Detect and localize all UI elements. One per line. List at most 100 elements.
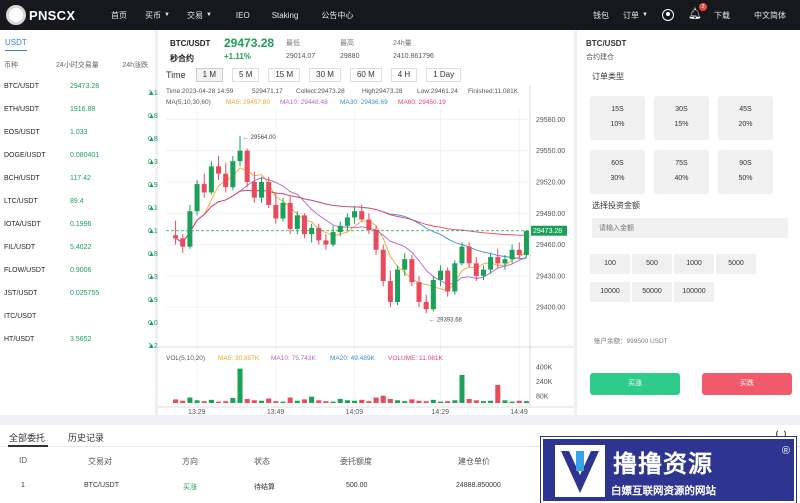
market-row[interactable]: FLOW/USDT0.9006▲ 0.38% — [0, 260, 168, 282]
account-balance: 账户余额：999500 USDT — [594, 338, 668, 345]
candle-body — [416, 282, 422, 302]
trade-pair-title: BTC/USDT — [586, 39, 627, 48]
nav-ieo[interactable]: IEO — [236, 11, 250, 20]
market-row[interactable]: ITC/USDT▲ 0.00% — [0, 306, 168, 328]
order-type-option[interactable]: 45S 20% — [718, 96, 773, 140]
market-row[interactable]: DOGE/USDT0.080401▲ 0.31% — [0, 145, 168, 167]
tab-history[interactable]: 历史记录 — [68, 431, 104, 444]
market-list-panel: USDT 币种 24小时交易量 24h涨跌 BTC/USDT 29473.28 ▲ … — [0, 30, 168, 415]
nav-language[interactable]: 中文简体 — [754, 10, 786, 21]
market-tab-usdt[interactable]: USDT — [5, 38, 27, 47]
nav-announcements[interactable]: 公告中心 — [321, 10, 353, 21]
market-row[interactable]: ETH/USDT1916.88▲ 0.83% — [0, 99, 168, 121]
market-row[interactable]: HT/USDT3.5652▲ 1.27% — [0, 329, 168, 351]
ticker-change: +1.11% — [224, 52, 251, 61]
market-symbol: BTC/USDT — [4, 83, 39, 90]
nav-trade[interactable]: 交易 ▼ — [187, 10, 212, 21]
volume-bar — [452, 400, 458, 403]
nav-home[interactable]: 首页 — [111, 10, 127, 21]
candle-body — [244, 150, 250, 182]
order-id: 1 — [21, 482, 25, 489]
candle-body — [194, 184, 200, 212]
order-type-option[interactable]: 30S 15% — [654, 96, 709, 140]
market-row[interactable]: EOS/USDT1.033▲ 0.81% — [0, 122, 168, 144]
candle-body — [359, 211, 365, 220]
amount-preset-button[interactable]: 100000 — [674, 282, 714, 302]
volume-bar — [323, 401, 329, 403]
amount-preset-button[interactable]: 1000 — [674, 254, 714, 274]
amount-preset-button[interactable]: 5000 — [716, 254, 756, 274]
volume-bar — [330, 401, 336, 403]
nav-staking[interactable]: Staking — [272, 11, 299, 20]
candle-body — [402, 259, 408, 270]
kline-chart[interactable]: 29580.00 29550.00 29520.00 29490.00 29460.00… — [158, 85, 574, 416]
buy-down-button[interactable]: 买跌 — [702, 373, 792, 395]
market-row[interactable]: IOTA/USDT0.1996▲ 0.15% — [0, 214, 168, 236]
amount-preset-button[interactable]: 50000 — [632, 282, 672, 302]
nav-orders-label: 订单 — [623, 10, 639, 20]
timeframe-button[interactable]: 30 M — [309, 68, 341, 82]
nav-download[interactable]: 下载 — [714, 10, 730, 21]
timeframe-button[interactable]: 1 Day — [426, 68, 462, 82]
candle-body — [280, 202, 286, 219]
ticker-pair: BTC/USDT — [170, 39, 211, 48]
y-tick-label: 29460.00 — [536, 242, 565, 249]
market-row[interactable]: BCH/USDT117.42▲ 0.95% — [0, 168, 168, 190]
volume-bar — [473, 400, 479, 403]
overlay-high: High29473.28 — [362, 88, 403, 95]
col-status: 状态 — [254, 457, 270, 466]
user-icon[interactable] — [662, 9, 674, 21]
order-type-option[interactable]: 75S 40% — [654, 150, 709, 194]
amount-input[interactable] — [592, 218, 788, 238]
overlay-finished: Finished:11.081K — [468, 88, 519, 95]
volume-bar — [380, 395, 386, 403]
vol-ma20-value: MA20: 49.489K — [330, 355, 375, 362]
amount-preset-button[interactable]: 500 — [632, 254, 672, 274]
candle-body — [323, 240, 329, 245]
order-type-option[interactable]: 90S 50% — [718, 150, 773, 194]
candle-body — [294, 215, 300, 229]
vol-tick-label: 80K — [536, 393, 549, 400]
volume-bar — [187, 397, 193, 403]
market-row[interactable]: BTC/USDT29473.28▲ 1.11% — [0, 76, 167, 98]
timeframe-button[interactable]: 4 H — [390, 68, 418, 82]
order-type-option[interactable]: 15S 10% — [590, 96, 645, 140]
volume-bar — [373, 397, 379, 403]
buy-up-button[interactable]: 买涨 — [590, 373, 680, 395]
notification-badge: 2 — [698, 3, 707, 11]
option-duration: 30S — [675, 106, 688, 113]
nav-wallet[interactable]: 钱包 — [593, 10, 609, 21]
timeframe-button[interactable]: 5 M — [232, 68, 260, 82]
market-row[interactable]: LTC/USDT89.4▲ 0.15% — [0, 191, 168, 213]
order-type-option[interactable]: 60S 30% — [590, 150, 645, 194]
order-type-label: 订单类型 — [592, 72, 624, 81]
overlay-open: 529471.17 — [252, 88, 283, 95]
brand-logo[interactable]: PNSCX — [6, 5, 96, 25]
candle-body — [237, 150, 243, 162]
overlay-low: Low:29461.24 — [417, 88, 458, 95]
bell-icon[interactable]: 🔔︎ 2 — [688, 3, 707, 20]
amount-preset-button[interactable]: 10000 — [590, 282, 630, 302]
timeframe-button[interactable]: 1 M — [195, 68, 224, 82]
volume-bar — [294, 400, 300, 403]
timeframe-button[interactable]: 15 M — [268, 68, 301, 82]
amount-preset-button[interactable]: 100 — [590, 254, 630, 274]
market-row[interactable]: FIL/USDT5.4022▲ 0.84% — [0, 237, 168, 259]
candle-body — [395, 269, 401, 302]
candle-body — [208, 166, 214, 193]
candle-body — [509, 249, 515, 260]
chart-panel: BTC/USDT 秒合约 29473.28 +1.11% 最低 29014.07… — [158, 30, 574, 416]
nav-buy-coin[interactable]: 买币 ▼ — [145, 10, 170, 21]
market-row[interactable]: JST/USDT0.025755▲ 0.95% — [0, 283, 168, 305]
nav-orders[interactable]: 订单 ▼ — [623, 10, 648, 21]
candle-body — [380, 249, 386, 282]
candle-body — [423, 301, 429, 310]
market-symbol: DOGE/USDT — [4, 152, 46, 159]
x-tick-label: 13:29 — [188, 409, 206, 415]
y-tick-label: 29520.00 — [536, 180, 565, 187]
candle-body — [523, 231, 529, 255]
tab-all-orders[interactable]: 全部委托 — [9, 431, 45, 444]
x-tick-label: 14:49 — [510, 409, 528, 415]
timeframe-button[interactable]: 60 M — [349, 68, 382, 82]
ma30-line — [175, 189, 527, 259]
